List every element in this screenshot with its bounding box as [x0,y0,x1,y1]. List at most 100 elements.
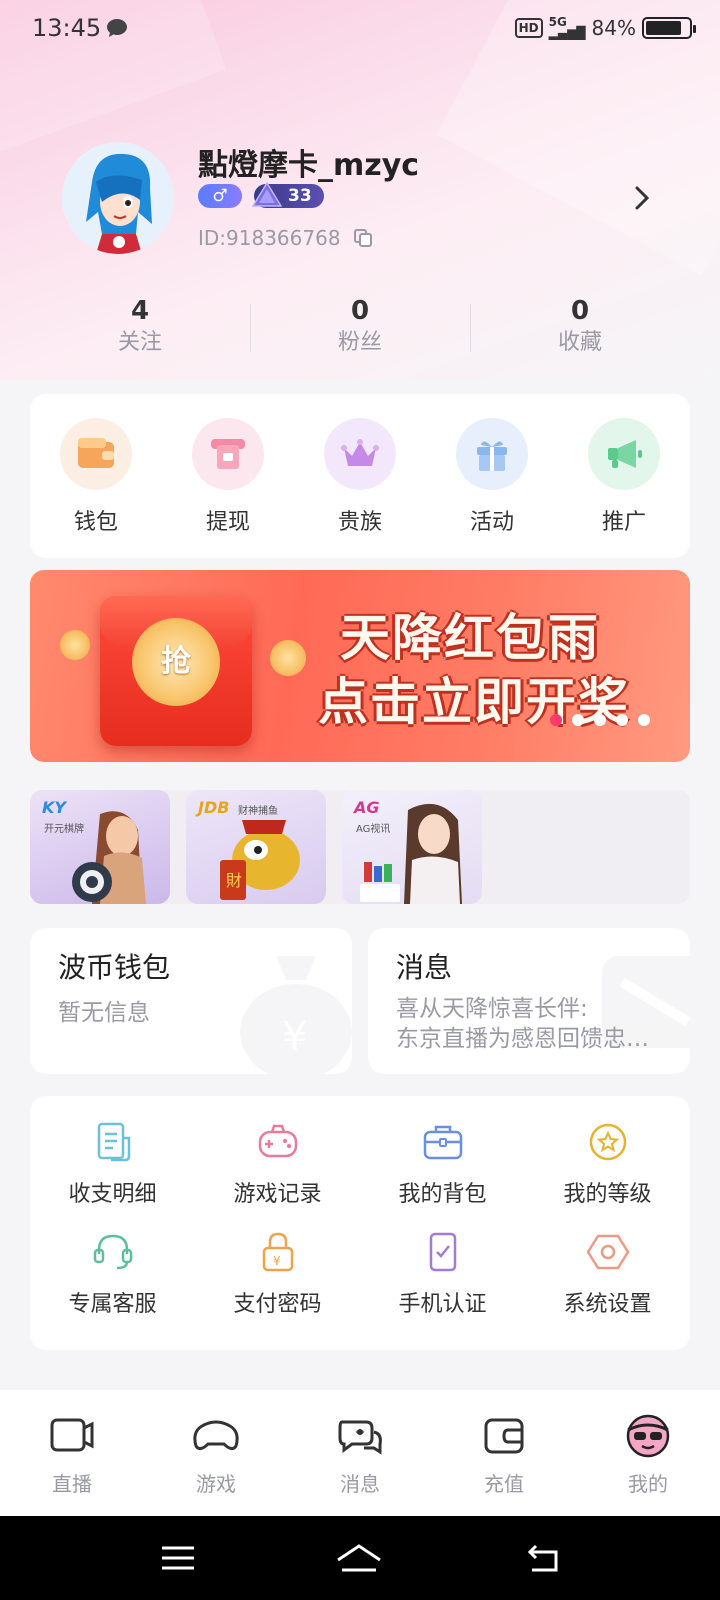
quick-activity[interactable]: 活动 [442,418,542,558]
tool-backpack[interactable]: 我的背包 [360,1120,525,1208]
pagination-dot[interactable] [616,714,628,726]
system-navigation-bar [0,1516,720,1600]
stat-value: 0 [570,296,590,326]
status-bar: 13:45 HD 5G ▂▄▆█ 84% [0,0,720,58]
tool-phone-verify[interactable]: 手机认证 [360,1230,525,1318]
wallet-icon [60,418,132,490]
wallet-card[interactable]: ¥ 波币钱包 暂无信息 [30,928,352,1074]
tool-label: 收支明细 [68,1182,157,1207]
nav-live[interactable]: 直播 [0,1390,144,1516]
nav-mine[interactable]: 我的 [576,1390,720,1516]
chat-bubbles-icon [338,1420,382,1455]
bill-icon [97,1122,130,1162]
tool-customer-service[interactable]: 专属客服 [30,1230,195,1318]
quick-noble[interactable]: 贵族 [310,418,410,558]
status-time: 13:45 [32,14,102,42]
game-logo: KY [42,798,66,817]
nav-messages[interactable]: 消息 [288,1390,432,1516]
pagination-dot[interactable] [594,714,606,726]
nav-label: 我的 [628,1472,668,1496]
gender-badge: ♂ [198,184,242,208]
phone-check-icon [429,1232,456,1272]
tools-card: 收支明细 游戏记录 我的背包 我的等级 专属客服 ¥ 支付密码 手机认证 系统设 [30,1096,690,1350]
tool-label: 手机认证 [398,1292,487,1317]
pagination-dot[interactable] [550,714,562,726]
lock-icon: ¥ [262,1232,293,1272]
profile-name: 點燈摩卡_mzyc [198,148,420,183]
game-shortcuts: KY 开元棋牌 財 JDB 财神捕鱼 AG AG视讯 [30,790,690,904]
avatar-icon [626,1414,670,1458]
stat-favorites[interactable]: 0 收藏 [470,294,690,362]
quick-label: 提现 [205,510,250,535]
star-badge-icon [589,1123,626,1161]
tool-settings[interactable]: 系统设置 [525,1230,690,1318]
stat-following[interactable]: 4 关注 [30,294,250,362]
bottom-nav: 直播 游戏 消息 充值 我的 [0,1390,720,1516]
back-icon[interactable] [526,1540,562,1576]
game-tile-ky[interactable]: KY 开元棋牌 [30,790,170,904]
nav-games[interactable]: 游戏 [144,1390,288,1516]
tool-level[interactable]: 我的等级 [525,1120,690,1208]
live-camera-icon [50,1418,94,1452]
tool-pay-password[interactable]: ¥ 支付密码 [195,1230,360,1318]
tool-bill[interactable]: 收支明细 [30,1120,195,1208]
game-tile-ag[interactable]: AG AG视讯 [342,790,482,904]
tool-label: 支付密码 [233,1292,322,1317]
headset-icon [93,1234,132,1270]
tool-game-record[interactable]: 游戏记录 [195,1120,360,1208]
promo-banner[interactable]: 抢 天降红包雨 点击立即开奖 [30,570,690,762]
coin-decoration [270,640,306,676]
banner-title-line1: 天降红包雨 [340,609,600,667]
pagination-dot[interactable] [572,714,584,726]
stat-label: 收藏 [557,330,602,355]
banner-pagination [550,714,650,726]
chat-notification-icon [107,19,127,37]
message-line1: 喜从天降惊喜长伴: [396,996,588,1022]
gift-icon [456,418,528,490]
quick-withdraw[interactable]: 提现 [178,418,278,558]
tool-label: 系统设置 [563,1292,652,1317]
stat-fans[interactable]: 0 粉丝 [250,294,470,362]
pagination-dot[interactable] [638,714,650,726]
signal-icon: 5G ▂▄▆█ [548,15,586,40]
game-logo: AG [354,798,380,817]
tool-label: 游戏记录 [233,1182,322,1207]
profile-chevron-right-icon[interactable] [632,184,652,212]
crown-icon [324,418,396,490]
stat-value: 4 [130,296,150,326]
quick-promote[interactable]: 推广 [574,418,674,558]
copy-icon[interactable] [353,228,373,248]
game-subtitle: 财神捕鱼 [238,806,278,817]
recharge-wallet-icon [484,1418,524,1454]
svg-text:¥: ¥ [273,1254,281,1268]
message-line2: 东京直播为感恩回馈忠… [396,1026,649,1052]
level-badge: 33 [252,182,324,208]
grab-coin: 抢 [132,618,220,706]
nav-recharge[interactable]: 充值 [432,1390,576,1516]
message-title: 消息 [396,951,453,984]
quick-actions-card: 钱包 提现 贵族 活动 推广 [30,394,690,558]
stat-label: 粉丝 [337,330,382,355]
red-envelope-image: 抢 [100,596,252,746]
withdraw-icon [192,418,264,490]
message-card[interactable]: 消息 喜从天降惊喜长伴: 东京直播为感恩回馈忠… [368,928,690,1074]
wallet-subtitle: 暂无信息 [58,1000,150,1026]
menu-icon[interactable] [160,1540,196,1576]
diamond-rank-icon [252,182,282,207]
nav-label: 消息 [340,1472,380,1496]
hd-badge: HD [514,18,543,38]
svg-text:財: 財 [226,871,242,890]
avatar[interactable] [62,142,174,254]
coin-decoration [60,630,90,660]
profile-badges: ♂ 33 [198,182,324,208]
battery-percent: 84% [591,16,636,40]
game-tile-jdb[interactable]: 財 JDB 财神捕鱼 [186,790,326,904]
game-controller-icon [193,1420,239,1451]
settings-icon [586,1234,629,1270]
quick-wallet[interactable]: 钱包 [46,418,146,558]
stat-label: 关注 [117,330,162,355]
user-id: ID:918366768 [198,226,373,250]
quick-label: 活动 [469,510,514,535]
home-icon[interactable] [334,1540,384,1576]
svg-text:¥: ¥ [282,1014,307,1060]
